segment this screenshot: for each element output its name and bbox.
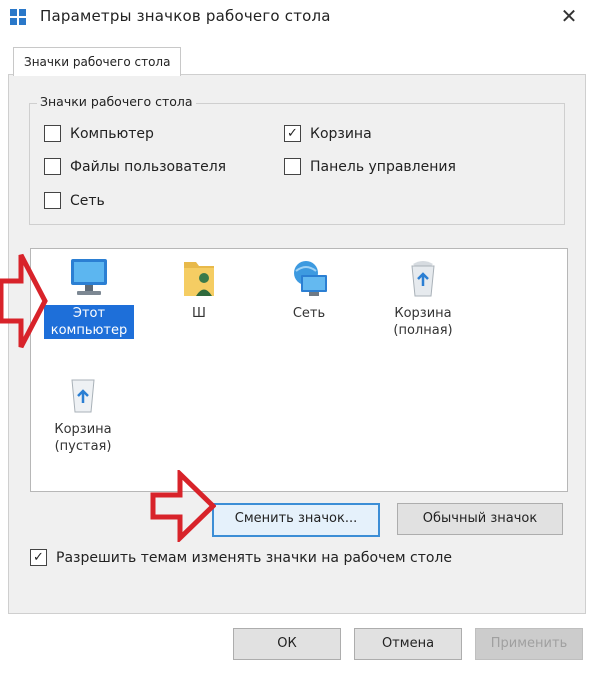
user-folder-icon <box>184 262 214 296</box>
icon-item-this-pc[interactable]: Этот компьютер <box>34 255 144 339</box>
allow-themes-label: Разрешить темам изменять значки на рабоч… <box>56 549 452 566</box>
icon-label: Сеть <box>292 306 326 321</box>
checkbox-box <box>44 158 61 175</box>
icon-item-recycle-bin-empty[interactable]: Корзина (пустая) <box>28 371 138 455</box>
allow-themes-checkbox[interactable]: ✓ Разрешить темам изменять значки на раб… <box>30 549 452 566</box>
default-icon-button[interactable]: Обычный значок <box>397 503 563 535</box>
close-icon: ✕ <box>560 4 578 28</box>
checkbox-network[interactable]: Сеть <box>44 192 105 209</box>
tab-desktop-icons[interactable]: Значки рабочего стола <box>13 47 182 76</box>
checkbox-user-files[interactable]: Файлы пользователя <box>44 158 226 175</box>
checkbox-label: Корзина <box>310 125 372 142</box>
checkbox-box <box>284 158 301 175</box>
checkbox-label: Компьютер <box>70 125 154 142</box>
checkbox-recycle-bin[interactable]: ✓ Корзина <box>284 125 372 142</box>
annotation-arrow-icon <box>150 470 216 542</box>
close-button[interactable]: ✕ <box>554 2 584 30</box>
checkbox-label: Сеть <box>70 192 105 209</box>
checkmark-icon: ✓ <box>30 549 47 566</box>
window-title: Параметры значков рабочего стола <box>40 7 331 25</box>
checkmark-icon: ✓ <box>284 125 301 142</box>
checkbox-box <box>44 125 61 142</box>
checkbox-box <box>44 192 61 209</box>
title-bar: Параметры значков рабочего стола ✕ <box>0 0 594 36</box>
checkbox-label: Панель управления <box>310 158 456 175</box>
apply-button[interactable]: Применить <box>475 628 583 660</box>
icon-label: Корзина (пустая) <box>54 422 112 454</box>
icon-item-user-folder[interactable]: Ш <box>144 255 254 322</box>
cancel-button[interactable]: Отмена <box>354 628 462 660</box>
icon-label: Этот компьютер <box>44 305 134 339</box>
checkbox-label: Файлы пользователя <box>70 158 227 175</box>
annotation-arrow-icon <box>0 253 48 349</box>
checkbox-computer[interactable]: Компьютер <box>44 125 154 142</box>
computer-icon <box>71 259 107 295</box>
app-icon <box>10 9 26 25</box>
icon-item-network[interactable]: Сеть <box>254 255 364 322</box>
network-icon <box>294 261 327 296</box>
icon-item-recycle-bin-full[interactable]: Корзина (полная) <box>368 255 478 339</box>
ok-button[interactable]: ОК <box>233 628 341 660</box>
icon-list[interactable]: Этот компьютер Ш Сеть Корзина (полная) К… <box>30 248 568 492</box>
change-icon-button[interactable]: Сменить значок... <box>212 503 380 537</box>
group-legend: Значки рабочего стола <box>37 94 196 109</box>
icon-label: Ш <box>192 306 206 321</box>
recycle-bin-empty-icon <box>71 379 95 413</box>
checkbox-control-panel[interactable]: Панель управления <box>284 158 456 175</box>
recycle-bin-full-icon <box>411 261 435 297</box>
icon-label: Корзина (полная) <box>393 306 453 338</box>
